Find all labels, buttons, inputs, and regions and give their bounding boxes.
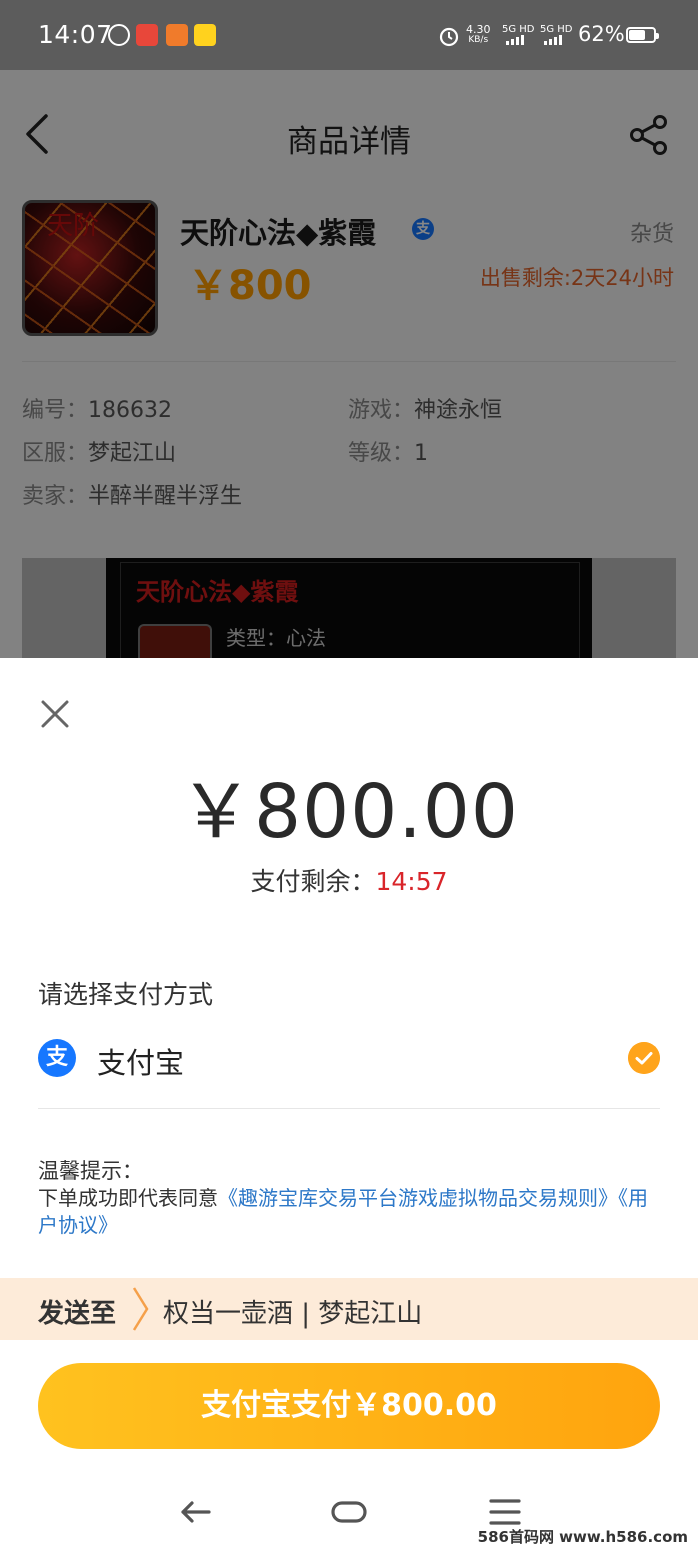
net-unit: KB/s bbox=[468, 35, 489, 45]
battery-percent: 62% bbox=[578, 22, 625, 46]
app-badge-icon bbox=[166, 24, 188, 46]
choose-method-label: 请选择支付方式 bbox=[38, 980, 214, 1009]
tip-body: 下单成功即代表同意《趣游宝库交易平台游戏虚拟物品交易规则》《用户协议》 bbox=[38, 1185, 658, 1239]
trade-rules-link[interactable]: 《趣游宝库交易平台游戏虚拟物品交易规则》 bbox=[218, 1186, 618, 1210]
timer-value: 14:57 bbox=[375, 867, 448, 896]
battery-icon bbox=[626, 27, 659, 43]
modal-overlay[interactable] bbox=[0, 70, 698, 658]
chevron-right-icon bbox=[132, 1287, 149, 1331]
app-badge-icon bbox=[136, 24, 158, 46]
send-to-value: 权当一壶酒 | 梦起江山 bbox=[163, 1299, 423, 1329]
nav-back-icon[interactable] bbox=[175, 1492, 215, 1532]
signal-2: 5G HD bbox=[540, 24, 573, 48]
alipay-pay-button[interactable]: 支付宝支付￥800.00 bbox=[38, 1363, 660, 1449]
meituan-icon bbox=[194, 24, 216, 46]
signal-bars-icon bbox=[544, 35, 562, 45]
watermark: 586首码网 www.h586.com bbox=[477, 1528, 688, 1546]
signal-bars-icon bbox=[506, 35, 524, 45]
alipay-icon: 支 bbox=[38, 1039, 76, 1077]
tip-prefix: 下单成功即代表同意 bbox=[38, 1186, 218, 1210]
payment-timer: 支付剩余：14:57 bbox=[0, 862, 698, 898]
check-icon[interactable] bbox=[628, 1042, 660, 1074]
status-time: 14:07 bbox=[38, 20, 113, 49]
close-icon[interactable] bbox=[38, 697, 72, 731]
divider bbox=[38, 1108, 660, 1109]
status-bar: 14:07 4.30 KB/s 5G HD 5G HD 62% bbox=[0, 0, 698, 70]
nav-home-icon[interactable] bbox=[329, 1492, 369, 1532]
signal-2-label: 5G HD bbox=[540, 24, 573, 35]
net-speed: 4.30 bbox=[466, 23, 491, 36]
signal-1-label: 5G HD bbox=[502, 24, 535, 35]
signal-1: 5G HD bbox=[502, 24, 535, 48]
timer-label: 支付剩余： bbox=[250, 867, 376, 896]
alarm-icon bbox=[439, 27, 459, 47]
tip-title: 温馨提示： bbox=[38, 1159, 143, 1183]
payment-method-label: 支付宝 bbox=[97, 1046, 185, 1080]
payment-amount: ￥800.00 bbox=[179, 769, 519, 855]
loop-icon bbox=[108, 24, 130, 46]
send-to-label: 发送至 bbox=[38, 1299, 117, 1329]
